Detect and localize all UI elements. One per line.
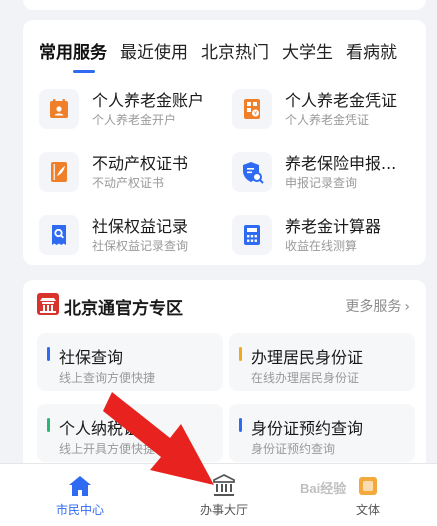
more-services-label: 更多服务 (345, 299, 402, 315)
nav-service-hall[interactable]: 办事大厅 (169, 464, 279, 526)
service-title: 养老保险申报... (285, 154, 397, 173)
active-tab-indicator (73, 70, 95, 73)
tile-subtitle: 在线办理居民身份证 (251, 371, 360, 385)
tile-title: 社保查询 (59, 348, 124, 367)
accent-bar (47, 347, 50, 361)
previous-card-bottom (23, 0, 426, 10)
bottom-navigation: 市民中心 办事大厅 文体 (0, 463, 437, 526)
tile-resident-id-card[interactable]: 办理居民身份证 在线办理居民身份证 (229, 333, 415, 391)
services-card: 常用服务 最近使用 北京热门 大学生 看病就 个人养老金账户 个人养老金开户 ¥ 个人… (23, 20, 426, 265)
certificate-icon: ¥ (232, 89, 272, 129)
government-building-icon (213, 474, 235, 496)
service-pension-account[interactable]: 个人养老金账户 个人养老金开户 (39, 85, 229, 133)
service-property-certificate[interactable]: 不动产权证书 不动产权证书 (39, 148, 229, 196)
service-subtitle: 不动产权证书 (92, 176, 165, 190)
beijing-tong-logo-icon (37, 293, 59, 319)
service-title: 个人养老金凭证 (285, 91, 398, 110)
culture-icon (359, 477, 377, 495)
tab-common-services[interactable]: 常用服务 (39, 38, 107, 73)
service-pension-calculator[interactable]: 养老金计算器 收益在线测算 (232, 211, 422, 259)
more-services-link[interactable]: 更多服务 › (345, 296, 410, 316)
service-title: 个人养老金账户 (92, 91, 205, 110)
service-title: 社保权益记录 (92, 217, 189, 236)
tab-medical[interactable]: 看病就 (346, 38, 397, 63)
tile-subtitle: 身份证预约查询 (251, 442, 336, 456)
tile-title: 身份证预约查询 (251, 419, 364, 438)
tile-subtitle: 线上开具方便快捷 (59, 442, 156, 456)
accent-bar (239, 418, 242, 432)
service-tabs: 常用服务 最近使用 北京热门 大学生 看病就 (39, 38, 410, 73)
tile-title: 个人纳税证 (59, 419, 140, 438)
service-title: 不动产权证书 (92, 154, 189, 173)
home-icon (69, 476, 91, 496)
property-book-icon (39, 152, 79, 192)
tile-subtitle: 线上查询方便快捷 (59, 371, 156, 385)
nav-citizen-center[interactable]: 市民中心 (25, 464, 135, 526)
calculator-icon (232, 215, 272, 255)
tab-recently-used[interactable]: 最近使用 (120, 38, 188, 63)
nav-label: 市民中心 (55, 503, 104, 517)
service-subtitle: 个人养老金凭证 (285, 113, 370, 127)
service-subtitle: 社保权益记录查询 (92, 239, 189, 253)
service-social-security-record[interactable]: 社保权益记录 社保权益记录查询 (39, 211, 229, 259)
tile-social-security-query[interactable]: 社保查询 线上查询方便快捷 (37, 333, 223, 391)
shield-search-icon (232, 152, 272, 192)
tile-personal-tax-certificate[interactable]: 个人纳税证 线上开具方便快捷 (37, 404, 223, 462)
service-pension-certificate[interactable]: ¥ 个人养老金凭证 个人养老金凭证 (232, 85, 422, 133)
tab-label: 常用服务 (39, 43, 107, 63)
service-subtitle: 个人养老金开户 (92, 113, 177, 127)
accent-bar (239, 347, 242, 361)
official-zone-title: 北京通官方专区 (64, 299, 183, 319)
service-pension-insurance-declaration[interactable]: 养老保险申报... 申报记录查询 (232, 148, 422, 196)
tab-college-students[interactable]: 大学生 (282, 38, 333, 63)
calendar-person-icon (39, 89, 79, 129)
chevron-right-icon: › (404, 299, 410, 315)
service-subtitle: 申报记录查询 (285, 176, 358, 190)
nav-label: 办事大厅 (199, 503, 248, 517)
svg-text:¥: ¥ (254, 111, 257, 117)
receipt-search-icon (39, 215, 79, 255)
tab-beijing-popular[interactable]: 北京热门 (201, 38, 269, 63)
tile-title: 办理居民身份证 (251, 348, 364, 367)
nav-label: 文体 (355, 503, 380, 517)
accent-bar (47, 418, 50, 432)
baidu-jingyan-watermark: Bai经验 (300, 481, 347, 496)
service-subtitle: 收益在线测算 (285, 239, 358, 253)
service-title: 养老金计算器 (285, 217, 382, 236)
tile-id-appointment-query[interactable]: 身份证预约查询 身份证预约查询 (229, 404, 415, 462)
